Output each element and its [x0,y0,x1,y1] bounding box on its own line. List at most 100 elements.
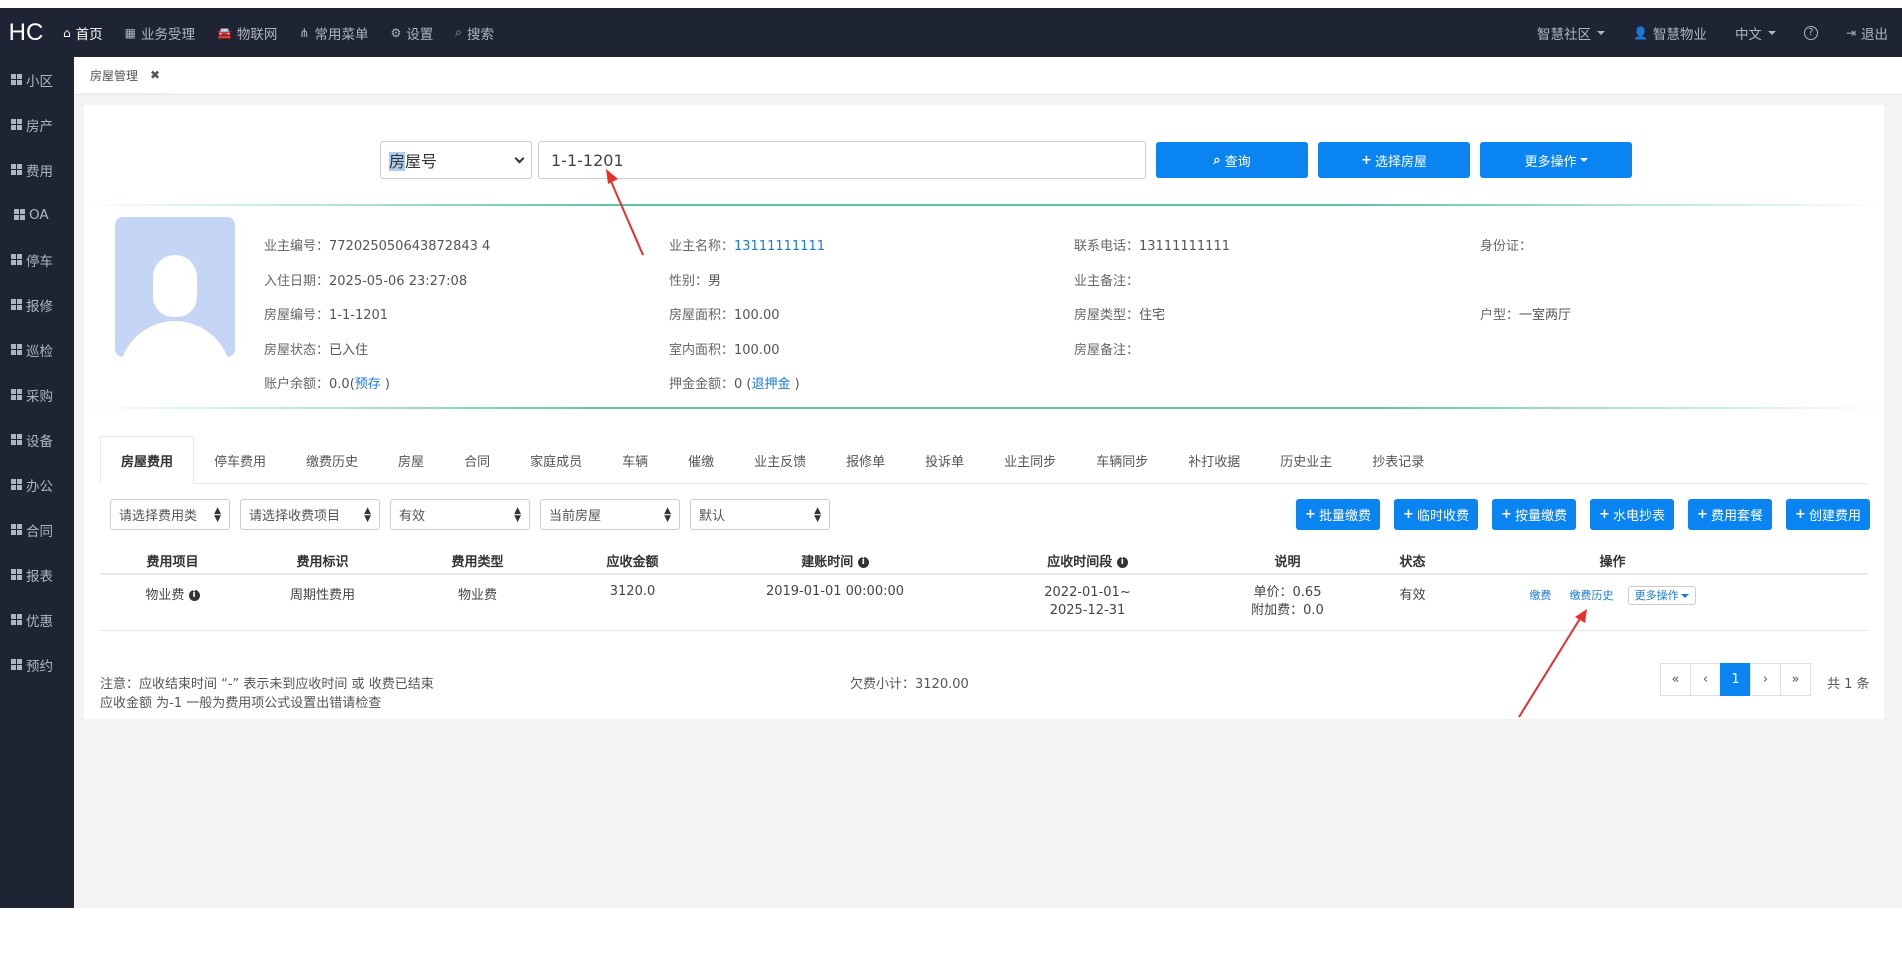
row-more-actions-button[interactable]: 更多操作 [1627,586,1696,605]
page-tab-room-management[interactable]: 房屋管理 ✖ [80,57,171,95]
nav-common-menu[interactable]: ⋔ 常用菜单 [288,8,379,57]
create-fee-button[interactable]: + 创建费用 [1786,499,1870,530]
tab-reprint-receipt[interactable]: 补打收据 [1168,436,1260,484]
tab-meter-reading[interactable]: 抄表记录 [1352,436,1444,484]
tab-room[interactable]: 房屋 [378,436,444,484]
tab-contract[interactable]: 合同 [444,436,510,484]
page-last[interactable]: » [1780,663,1811,696]
sidebar-item-repair[interactable]: 报修 [0,282,74,327]
nav-search[interactable]: ⌕ 搜索 [444,8,505,57]
pagination: « ‹ 1 › » [1660,663,1811,696]
nav-home[interactable]: ⌂ 首页 [52,8,114,57]
scope-value: 当前房屋 [549,509,602,524]
grid-icon [11,74,22,85]
sidebar-item-office[interactable]: 办公 [0,462,74,507]
gear-icon: ⚙ [390,25,402,40]
th-created: 建账时间 i [710,551,960,570]
page-next[interactable]: › [1750,663,1781,696]
tab-payment-history[interactable]: 缴费历史 [286,436,378,484]
sidebar-item-parking[interactable]: 停车 [0,237,74,282]
fee-item-select[interactable]: 请选择收费项目 ▲ ▼ [240,499,380,530]
info-icon[interactable]: i [188,590,200,601]
tab-history-owner[interactable]: 历史业主 [1260,436,1352,484]
sidebar-item-discount[interactable]: 优惠 [0,597,74,642]
sidebar-item-booking[interactable]: 预约 [0,642,74,687]
fee-type-select[interactable]: 请选择费用类 ▲ ▼ [110,499,230,530]
tab-complaint[interactable]: 投诉单 [905,436,984,484]
scope-select[interactable]: 当前房屋 ▲ ▼ [540,499,680,530]
close-icon[interactable]: ✖ [150,68,160,82]
tab-vehicle[interactable]: 车辆 [602,436,668,484]
sidebar-item-label: 采购 [26,388,53,405]
layout-value: 一室两厅 [1519,308,1572,323]
top-navbar: HC ⌂ 首页 ▦ 业务受理 🚘 物联网 ⋔ 常用菜单 ⚙ 设置 ⌕ 搜索 智慧… [0,8,1902,57]
sidebar-item-report[interactable]: 报表 [0,552,74,597]
usage-pay-button[interactable]: + 按量缴费 [1492,499,1576,530]
nav-settings[interactable]: ⚙ 设置 [379,8,444,57]
search-icon: ⌕ [455,25,462,39]
language-dropdown[interactable]: 中文 [1721,8,1790,57]
create-fee-label: 创建费用 [1808,509,1861,524]
page-1[interactable]: 1 [1720,663,1751,696]
gender: 性别：男 [669,270,721,289]
cell-desc: 单价：0.65 附加费：0.0 [1215,584,1360,620]
nav-home-label: 首页 [75,26,103,43]
avatar [115,217,235,357]
valid-select[interactable]: 有效 ▲ ▼ [390,499,530,530]
user-menu[interactable]: 👤 智慧物业 [1619,8,1721,57]
prestore-link[interactable]: 预存 [355,377,381,392]
meter-reading-button[interactable]: + 水电抄表 [1590,499,1674,530]
nav-search-label: 搜索 [466,26,494,43]
room-type-value: 住宅 [1139,308,1166,323]
batch-pay-button[interactable]: + 批量缴费 [1296,499,1380,530]
tab-parking-fee[interactable]: 停车费用 [194,436,286,484]
temp-charge-button[interactable]: + 临时收费 [1394,499,1478,530]
help-button[interactable]: ? [1790,8,1832,57]
checkin-label: 入住日期： [264,274,330,289]
grid-icon [11,344,22,355]
choose-room-button[interactable]: + 选择房屋 [1318,142,1470,178]
refund-deposit-link[interactable]: 退押金 [752,377,791,392]
sidebar-item-inspection[interactable]: 巡检 [0,327,74,372]
sidebar-item-equipment[interactable]: 设备 [0,417,74,462]
sidebar-item-community[interactable]: 小区 [0,57,74,102]
tab-owner-sync[interactable]: 业主同步 [984,436,1076,484]
pay-link[interactable]: 缴费 [1529,589,1551,602]
nav-iot[interactable]: 🚘 物联网 [206,8,288,57]
room-no-value: 1-1-1201 [329,308,389,323]
plus-icon: + [1361,152,1372,168]
temp-charge-label: 临时收费 [1416,509,1469,524]
tab-feedback[interactable]: 业主反馈 [734,436,826,484]
fee-item-value: 请选择收费项目 [249,509,341,524]
cell-amount: 3120.0 [609,584,656,599]
search-type-select[interactable]: 房屋号 [380,141,532,179]
tab-dunning[interactable]: 催缴 [668,436,734,484]
sidebar-item-oa[interactable]: OA [0,192,74,237]
page-prev[interactable]: ‹ [1690,663,1721,696]
more-actions-button[interactable]: 更多操作 [1480,142,1632,178]
community-dropdown[interactable]: 智慧社区 [1523,8,1619,57]
caret-down-icon [1767,30,1776,35]
balance-value: 0.0( [329,377,355,392]
pay-history-link[interactable]: 缴费历史 [1570,589,1614,602]
page-first[interactable]: « [1660,663,1691,696]
tab-vehicle-sync[interactable]: 车辆同步 [1076,436,1168,484]
nav-business[interactable]: ▦ 业务受理 [114,8,206,57]
desc-unit-price: 单价：0.65 [1253,585,1322,600]
tab-room-fee[interactable]: 房屋费用 [100,436,195,484]
car-icon: 🚘 [216,25,232,40]
sidebar-item-property[interactable]: 房产 [0,102,74,147]
th-period: 应收时间段 i [960,551,1215,570]
table-row: 物业费 i 周期性费用 物业费 3120.0 2019-01-01 00:00:… [100,575,1868,631]
tab-family[interactable]: 家庭成员 [510,436,602,484]
layout-label: 户型： [1480,308,1520,323]
tab-repair[interactable]: 报修单 [826,436,905,484]
sort-select[interactable]: 默认 ▲ ▼ [690,499,830,530]
logout-button[interactable]: ⇥ 退出 [1832,8,1902,57]
owner-name-link[interactable]: 13111111111 [734,239,825,254]
sidebar-item-purchase[interactable]: 采购 [0,372,74,417]
query-button[interactable]: ⌕ 查询 [1156,142,1308,178]
fee-package-button[interactable]: + 费用套餐 [1688,499,1772,530]
sidebar-item-contract[interactable]: 合同 [0,507,74,552]
sidebar-item-fee[interactable]: 费用 [0,147,74,192]
